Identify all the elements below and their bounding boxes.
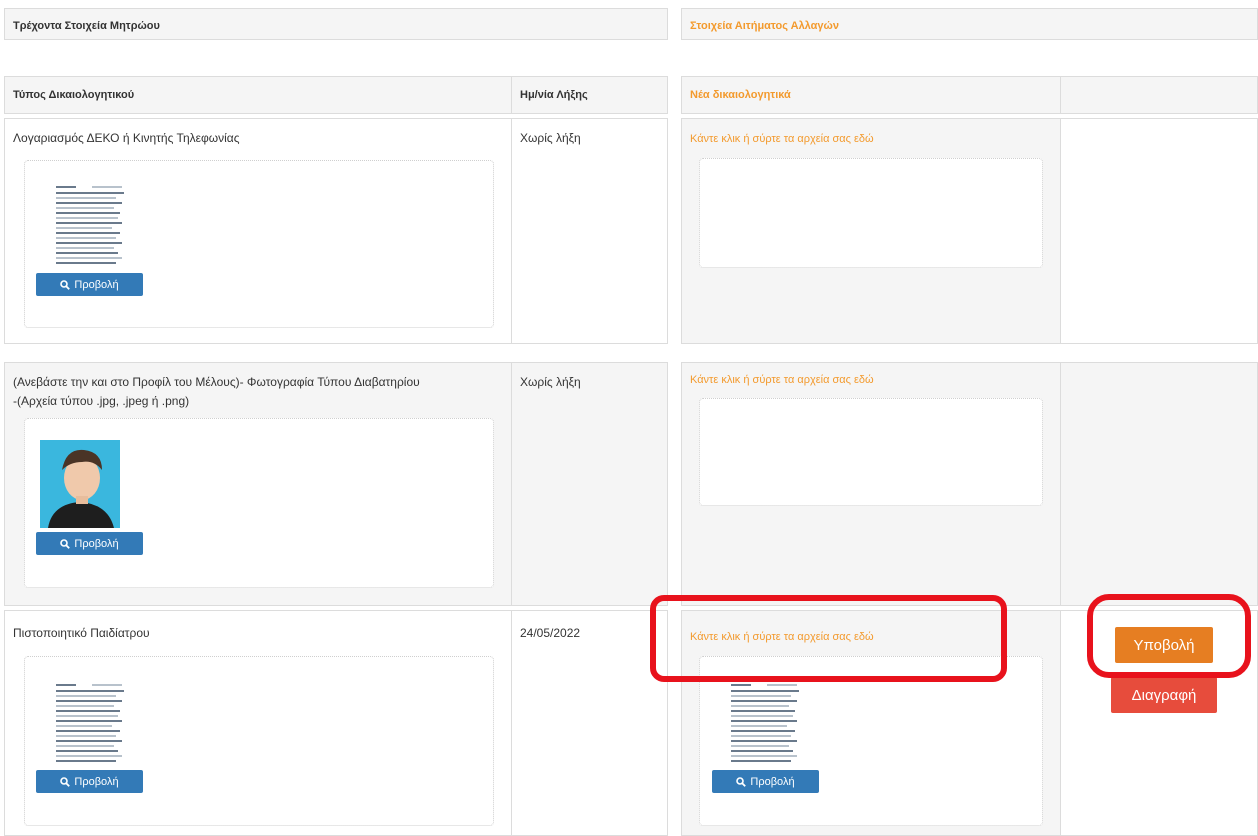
search-icon <box>60 279 71 290</box>
change-request-title: Στοιχεία Αιτήματος Αλλαγών <box>690 20 839 32</box>
row1-dropzone-label[interactable]: Κάντε κλικ ή σύρτε τα αρχεία σας εδώ <box>690 133 874 145</box>
delete-label: Διαγραφή <box>1131 686 1197 704</box>
row1-upload-box[interactable] <box>699 158 1043 268</box>
search-icon <box>60 776 71 787</box>
row3-new-view-label: Προβολή <box>750 775 795 788</box>
portrait-image <box>40 440 120 528</box>
submit-button[interactable]: Υποβολή <box>1115 627 1213 663</box>
row3-new-document-thumbnail[interactable] <box>727 680 803 772</box>
delete-button[interactable]: Διαγραφή <box>1111 677 1217 713</box>
new-docs-header: Νέα δικαιολογητικά <box>690 89 791 101</box>
row1-action-cell <box>1060 118 1258 344</box>
row3-expiry-cell <box>511 610 668 836</box>
row2-upload-box[interactable] <box>699 398 1043 506</box>
row1-view-button[interactable]: Προβολή <box>36 273 143 296</box>
row2-view-button[interactable]: Προβολή <box>36 532 143 555</box>
row1-expiry: Χωρίς λήξη <box>520 131 581 145</box>
doc-type-header: Τύπος Δικαιολογητικού <box>13 89 135 101</box>
row1-expiry-cell <box>511 118 668 344</box>
expiry-header: Ημ/νία Λήξης <box>520 89 588 101</box>
row2-action-cell <box>1060 362 1258 606</box>
row3-dropzone-label[interactable]: Κάντε κλικ ή σύρτε τα αρχεία σας εδώ <box>690 631 874 643</box>
submit-label: Υποβολή <box>1133 636 1195 654</box>
row1-doc-type: Λογαριασμός ΔΕΚΟ ή Κινητής Τηλεφωνίας <box>13 131 240 145</box>
row2-dropzone-label[interactable]: Κάντε κλικ ή σύρτε τα αρχεία σας εδώ <box>690 374 874 386</box>
row2-expiry-cell <box>511 362 668 606</box>
row2-expiry: Χωρίς λήξη <box>520 375 581 389</box>
search-icon <box>60 538 71 549</box>
row3-new-view-button[interactable]: Προβολή <box>712 770 819 793</box>
row2-photo-thumbnail[interactable] <box>40 440 120 528</box>
row3-view-button[interactable]: Προβολή <box>36 770 143 793</box>
row1-document-thumbnail[interactable] <box>52 182 128 274</box>
row3-document-thumbnail[interactable] <box>52 680 128 772</box>
row2-doc-type-line1: (Ανεβάστε την και στο Προφίλ του Μέλους)… <box>13 375 420 389</box>
row2-view-label: Προβολή <box>74 537 119 550</box>
row2-doc-type-line2: -(Αρχεία τύπου .jpg, .jpeg ή .png) <box>13 394 190 408</box>
row3-view-label: Προβολή <box>74 775 119 788</box>
row3-doc-type: Πιστοποιητικό Παιδίατρου <box>13 626 150 640</box>
row1-view-label: Προβολή <box>74 278 119 291</box>
actions-header-cell <box>1060 76 1258 114</box>
row3-expiry: 24/05/2022 <box>520 626 581 640</box>
search-icon <box>736 776 747 787</box>
current-record-title: Τρέχοντα Στοιχεία Μητρώου <box>13 20 160 32</box>
